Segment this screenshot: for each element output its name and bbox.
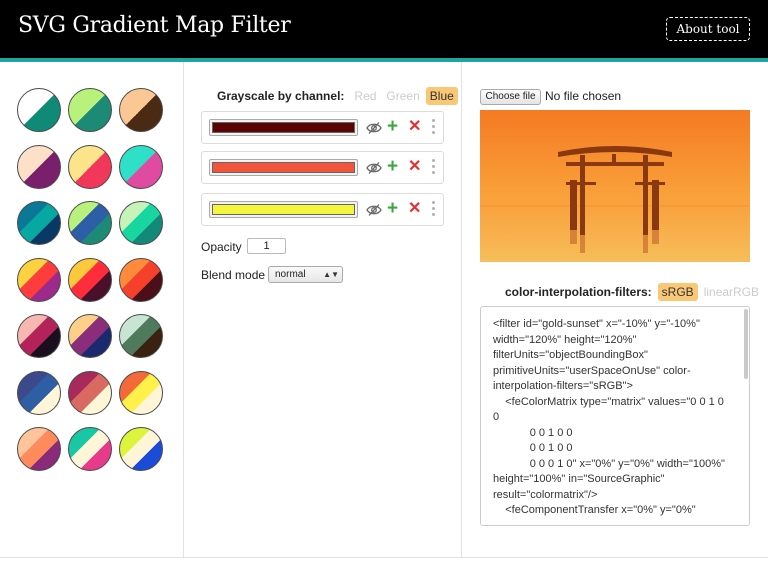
opacity-input[interactable]: 1 xyxy=(247,238,286,254)
remove-stop-icon[interactable]: ✕ xyxy=(408,116,421,138)
preset-swatch[interactable] xyxy=(119,144,163,189)
color-stop-row: + ✕ xyxy=(201,111,444,144)
preset-swatch[interactable] xyxy=(17,144,61,189)
preset-swatch[interactable] xyxy=(68,88,112,132)
preview-image xyxy=(480,110,750,262)
preset-swatch[interactable] xyxy=(17,257,61,302)
footer-divider xyxy=(0,557,768,558)
preset-swatch[interactable] xyxy=(17,427,61,471)
color-stop-row: + ✕ xyxy=(201,193,444,226)
color-stop-swatch[interactable] xyxy=(209,201,358,218)
channel-blue-option[interactable]: Blue xyxy=(425,87,458,105)
drag-handle-icon[interactable] xyxy=(432,119,435,138)
channel-green-option[interactable]: Green xyxy=(382,87,423,105)
color-interpolation-selector: color-interpolation-filters: sRGB linear… xyxy=(505,282,763,302)
grayscale-channel-label: Grayscale by channel: xyxy=(217,89,345,103)
interpolation-linearrgb-option[interactable]: linearRGB xyxy=(700,283,763,301)
preset-swatch[interactable] xyxy=(68,314,112,358)
preset-swatch[interactable] xyxy=(68,427,112,471)
grayscale-channel-selector: Grayscale by channel: Red Green Blue xyxy=(217,86,458,106)
channel-red-option[interactable]: Red xyxy=(350,87,380,105)
color-stop-row: + ✕ xyxy=(201,151,444,184)
remove-stop-icon[interactable]: ✕ xyxy=(408,156,421,178)
app-title: SVG Gradient Map Filter xyxy=(18,13,291,38)
choose-file-button[interactable]: Choose file xyxy=(480,89,541,105)
column-divider-right xyxy=(461,62,462,557)
preset-swatch[interactable] xyxy=(119,370,163,415)
hide-stop-icon[interactable] xyxy=(366,202,382,218)
select-arrows-icon: ▲▼ xyxy=(323,270,339,279)
preset-swatch[interactable] xyxy=(68,257,112,302)
blend-mode-label: Blend mode xyxy=(201,268,266,282)
column-divider-left xyxy=(183,62,184,557)
preset-swatch[interactable] xyxy=(17,88,61,132)
preset-swatch[interactable] xyxy=(119,257,163,302)
hide-stop-icon[interactable] xyxy=(366,160,382,176)
file-status-text: No file chosen xyxy=(545,89,622,103)
app-header: SVG Gradient Map Filter About tool xyxy=(0,0,768,58)
blend-mode-value: normal xyxy=(275,269,306,280)
preset-swatch[interactable] xyxy=(68,201,112,245)
preset-swatch[interactable] xyxy=(17,370,61,415)
color-stop-swatch[interactable] xyxy=(209,119,358,136)
color-interpolation-label: color-interpolation-filters: xyxy=(505,285,652,299)
filter-code-text: <filter id="gold-sunset" x="-10%" y="-10… xyxy=(493,318,725,516)
color-stop-swatch[interactable] xyxy=(209,159,358,176)
blend-mode-select[interactable]: normal ▲▼ xyxy=(268,266,343,283)
preset-swatch[interactable] xyxy=(68,144,112,189)
add-stop-icon[interactable]: + xyxy=(387,198,398,220)
drag-handle-icon[interactable] xyxy=(432,159,435,178)
opacity-label: Opacity xyxy=(201,240,242,254)
hide-stop-icon[interactable] xyxy=(366,120,382,136)
add-stop-icon[interactable]: + xyxy=(387,116,398,138)
preset-swatch[interactable] xyxy=(119,201,163,245)
preset-swatch[interactable] xyxy=(119,427,163,471)
preset-swatch[interactable] xyxy=(17,314,61,358)
remove-stop-icon[interactable]: ✕ xyxy=(408,198,421,220)
preset-swatch[interactable] xyxy=(119,88,163,132)
about-tool-button[interactable]: About tool xyxy=(666,17,750,41)
code-scrollbar-thumb[interactable] xyxy=(744,309,748,379)
preset-swatch[interactable] xyxy=(68,370,112,415)
header-accent-bar xyxy=(0,58,768,62)
drag-handle-icon[interactable] xyxy=(432,201,435,220)
filter-code-output[interactable]: <filter id="gold-sunset" x="-10%" y="-10… xyxy=(480,306,750,526)
add-stop-icon[interactable]: + xyxy=(387,156,398,178)
preset-swatch[interactable] xyxy=(17,201,61,245)
preset-swatch[interactable] xyxy=(119,314,163,358)
interpolation-srgb-option[interactable]: sRGB xyxy=(657,283,698,301)
